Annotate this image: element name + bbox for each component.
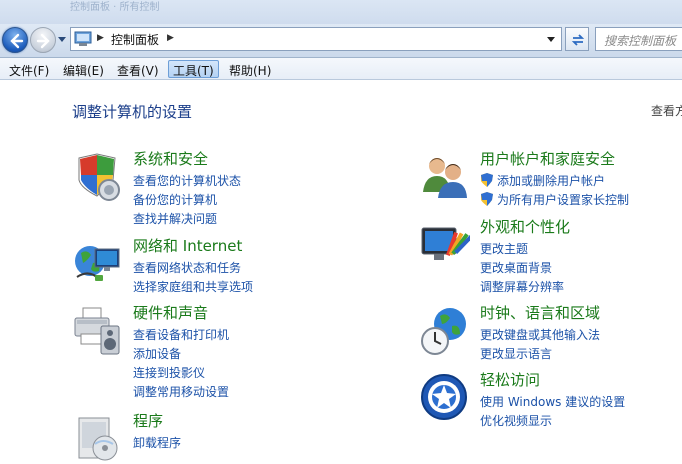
refresh-button[interactable]: [565, 27, 589, 51]
address-dropdown-icon[interactable]: [547, 37, 555, 42]
category-title-hardware[interactable]: 硬件和声音: [133, 302, 208, 323]
link-add-remove-users[interactable]: 添加或删除用户帐户: [480, 172, 629, 191]
menu-file[interactable]: 文件(F): [4, 60, 54, 78]
link-parental-controls[interactable]: 为所有用户设置家长控制: [480, 191, 629, 210]
category-title-users[interactable]: 用户帐户和家庭安全: [480, 148, 615, 169]
address-toolbar: ▶ 控制面板 ▶ 搜索控制面板: [0, 24, 682, 58]
control-panel-content: 调整计算机的设置 查看方 系统和安全 查看您的计算机状态 备份您的计算机 查找并…: [0, 80, 682, 461]
printer-speaker-icon[interactable]: [73, 306, 123, 356]
network-globe-icon[interactable]: [73, 239, 123, 289]
link-homegroup-sharing[interactable]: 选择家庭组和共享选项: [133, 278, 253, 297]
breadcrumb-control-panel[interactable]: 控制面板: [111, 31, 159, 48]
category-title-system[interactable]: 系统和安全: [133, 148, 208, 169]
link-change-display-language[interactable]: 更改显示语言: [480, 345, 600, 364]
category-title-appearance[interactable]: 外观和个性化: [480, 216, 570, 237]
menu-bar: 文件(F) 编辑(E) 查看(V) 工具(T) 帮助(H): [0, 58, 682, 80]
menu-edit[interactable]: 编辑(E): [58, 60, 109, 78]
link-label: 添加或删除用户帐户: [497, 174, 606, 188]
forward-button[interactable]: [30, 27, 56, 53]
menu-tools[interactable]: 工具(T): [168, 60, 219, 78]
title-bar: 控制面板 · 所有控制: [0, 0, 682, 24]
refresh-icon: [571, 34, 585, 46]
link-change-keyboard[interactable]: 更改键盘或其他输入法: [480, 326, 600, 345]
link-connect-projector[interactable]: 连接到投影仪: [133, 364, 229, 383]
breadcrumb-separator-icon[interactable]: ▶: [97, 33, 104, 43]
link-optimize-display[interactable]: 优化视频显示: [480, 412, 625, 431]
menu-help[interactable]: 帮助(H): [224, 60, 276, 78]
category-title-programs[interactable]: 程序: [133, 410, 163, 431]
category-title-ease[interactable]: 轻松访问: [480, 369, 540, 390]
search-input[interactable]: 搜索控制面板: [595, 27, 682, 51]
link-desktop-background[interactable]: 更改桌面背景: [480, 259, 564, 278]
category-title-clock[interactable]: 时钟、语言和区域: [480, 302, 600, 323]
back-button[interactable]: [2, 27, 28, 53]
accessibility-icon[interactable]: [420, 373, 470, 423]
search-placeholder: 搜索控制面板: [604, 34, 677, 48]
security-shield-icon[interactable]: [73, 152, 123, 202]
link-add-device[interactable]: 添加设备: [133, 345, 229, 364]
link-recommended-settings[interactable]: 使用 Windows 建议的设置: [480, 393, 625, 412]
uac-shield-icon: [481, 192, 493, 206]
programs-box-icon[interactable]: [73, 414, 123, 464]
link-troubleshoot[interactable]: 查找并解决问题: [133, 210, 241, 229]
link-view-network-status[interactable]: 查看网络状态和任务: [133, 259, 253, 278]
page-title: 调整计算机的设置: [72, 103, 193, 121]
link-change-theme[interactable]: 更改主题: [480, 240, 564, 259]
history-dropdown-icon[interactable]: [58, 37, 66, 43]
users-icon[interactable]: [420, 152, 470, 202]
forward-arrow-icon: [36, 33, 50, 49]
monitor-palette-icon[interactable]: [420, 220, 470, 270]
window-title: 控制面板 · 所有控制: [70, 2, 160, 13]
clock-globe-icon[interactable]: [420, 306, 470, 356]
link-backup-computer[interactable]: 备份您的计算机: [133, 191, 241, 210]
address-bar[interactable]: ▶ 控制面板 ▶: [70, 27, 562, 51]
link-uninstall-program[interactable]: 卸载程序: [133, 434, 181, 453]
uac-shield-icon: [481, 173, 493, 187]
link-mobility-settings[interactable]: 调整常用移动设置: [133, 383, 229, 402]
link-screen-resolution[interactable]: 调整屏幕分辨率: [480, 278, 564, 297]
breadcrumb-separator-icon[interactable]: ▶: [167, 33, 174, 43]
link-view-computer-status[interactable]: 查看您的计算机状态: [133, 172, 241, 191]
menu-view[interactable]: 查看(V): [112, 60, 164, 78]
link-label: 为所有用户设置家长控制: [497, 193, 630, 207]
category-title-network[interactable]: 网络和 Internet: [133, 235, 242, 256]
control-panel-icon: [74, 31, 92, 46]
link-devices-printers[interactable]: 查看设备和打印机: [133, 326, 229, 345]
view-by-label[interactable]: 查看方: [651, 102, 682, 119]
back-arrow-icon: [10, 33, 24, 49]
